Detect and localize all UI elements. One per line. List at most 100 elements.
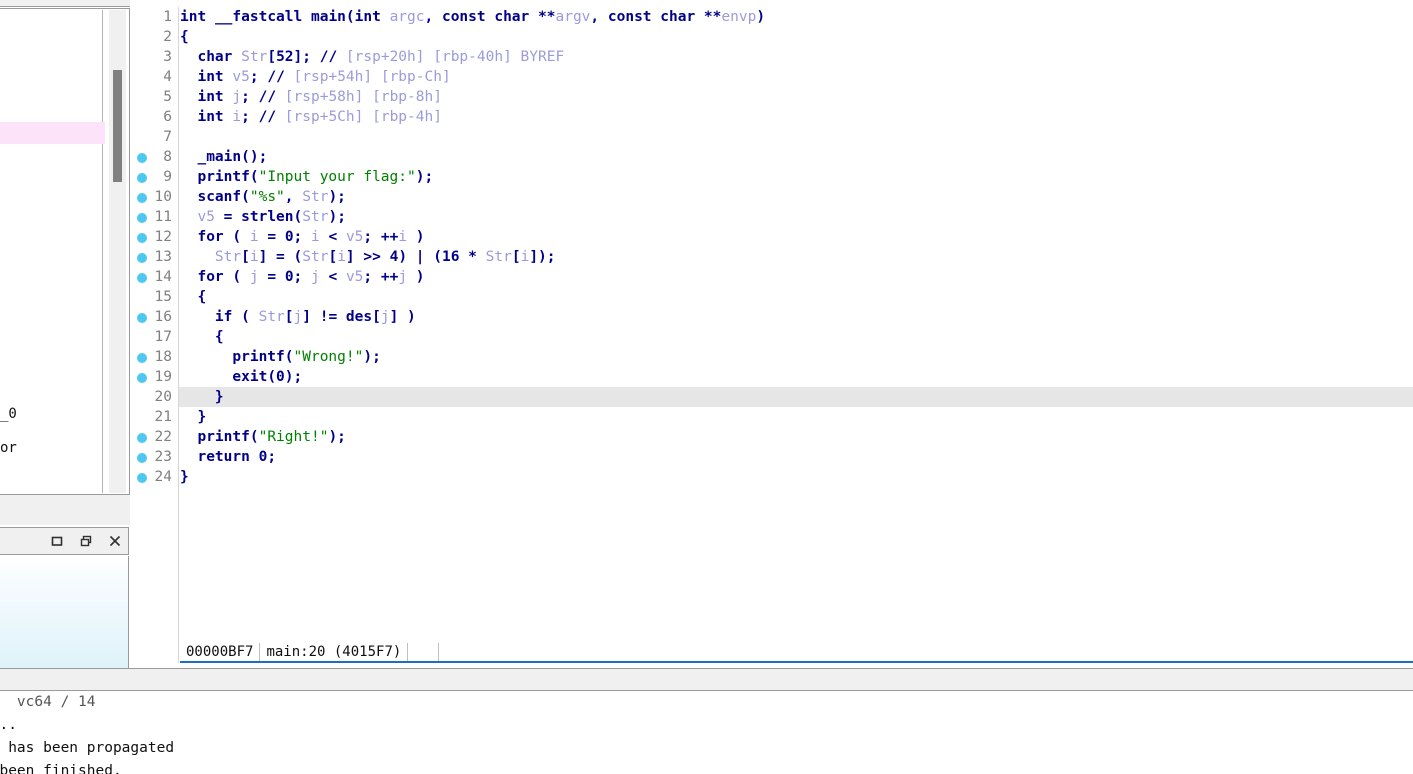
gutter-row[interactable]: 7 bbox=[132, 127, 178, 147]
breakpoint-icon[interactable] bbox=[137, 153, 147, 163]
code-line[interactable]: Str[i] = (Str[i] >> 4) | (16 * Str[i]); bbox=[180, 247, 1413, 267]
breakpoint-icon[interactable] bbox=[137, 193, 147, 203]
code-line[interactable]: { bbox=[180, 327, 1413, 347]
maximize-icon[interactable] bbox=[50, 534, 64, 548]
restore-icon[interactable] bbox=[79, 534, 93, 548]
code-token-var[interactable]: j bbox=[381, 309, 390, 325]
code-token-fn[interactable]: printf bbox=[197, 429, 249, 445]
code-line[interactable]: } bbox=[180, 387, 1413, 407]
left-panel-highlighted-row[interactable] bbox=[0, 122, 105, 144]
gutter-row[interactable]: 17 bbox=[132, 327, 178, 347]
code-token-var[interactable]: argc bbox=[390, 9, 425, 25]
gutter-row[interactable]: 13 bbox=[132, 247, 178, 267]
code-token-var[interactable]: Str bbox=[259, 309, 285, 325]
code-token-var[interactable]: i bbox=[521, 249, 530, 265]
code-token-var[interactable]: envp bbox=[721, 9, 756, 25]
code-token-var[interactable]: j bbox=[311, 269, 320, 285]
gutter-row[interactable]: 12 bbox=[132, 227, 178, 247]
gutter-row[interactable]: 8 bbox=[132, 147, 178, 167]
gutter-row[interactable]: 6 bbox=[132, 107, 178, 127]
code-line[interactable]: printf("Wrong!"); bbox=[180, 347, 1413, 367]
code-line[interactable] bbox=[180, 127, 1413, 147]
code-token-var[interactable]: j bbox=[250, 269, 259, 285]
gutter-row[interactable]: 15 bbox=[132, 287, 178, 307]
code-line[interactable]: v5 = strlen(Str); bbox=[180, 207, 1413, 227]
code-token-var[interactable]: j bbox=[232, 89, 241, 105]
gutter-row[interactable]: 16 bbox=[132, 307, 178, 327]
gutter-row[interactable]: 18 bbox=[132, 347, 178, 367]
breakpoint-icon[interactable] bbox=[137, 453, 147, 463]
gutter-row[interactable]: 19 bbox=[132, 367, 178, 387]
code-line[interactable]: _main(); bbox=[180, 147, 1413, 167]
breakpoint-icon[interactable] bbox=[137, 353, 147, 363]
code-token-var[interactable]: j bbox=[294, 309, 303, 325]
gutter-row[interactable]: 9 bbox=[132, 167, 178, 187]
code-line[interactable]: { bbox=[180, 27, 1413, 47]
gutter-row[interactable]: 14 bbox=[132, 267, 178, 287]
code-token-var[interactable]: Str bbox=[486, 249, 512, 265]
code-token-fn[interactable]: exit bbox=[232, 369, 267, 385]
code-token-var[interactable]: Str bbox=[241, 49, 267, 65]
close-icon[interactable] bbox=[108, 534, 122, 548]
code-line[interactable]: int v5; // [rsp+54h] [rbp-Ch] bbox=[180, 67, 1413, 87]
breakpoint-icon[interactable] bbox=[137, 313, 147, 323]
code-token-var[interactable]: argv bbox=[555, 9, 590, 25]
code-line[interactable]: printf("Right!"); bbox=[180, 427, 1413, 447]
code-token-var[interactable]: Str bbox=[302, 249, 328, 265]
output-window-log[interactable]: ot vc64 / 14 d... on has been propagated s … bbox=[0, 691, 1413, 774]
code-line[interactable]: } bbox=[180, 467, 1413, 487]
code-token-fn[interactable]: scanf bbox=[197, 189, 241, 205]
code-token-fn[interactable]: main bbox=[311, 9, 346, 25]
code-token-var[interactable]: i bbox=[250, 249, 259, 265]
left-panel-content[interactable]: _0 or bbox=[0, 10, 105, 493]
pseudocode-code-area[interactable]: int __fastcall main(int argc, const char… bbox=[180, 7, 1413, 640]
breakpoint-icon[interactable] bbox=[137, 433, 147, 443]
left-panel-vertical-scrollbar[interactable] bbox=[109, 10, 126, 493]
gutter-row[interactable]: 24 bbox=[132, 467, 178, 487]
gutter-row[interactable]: 11 bbox=[132, 207, 178, 227]
code-token-var[interactable]: i bbox=[398, 229, 407, 245]
code-line[interactable]: exit(0); bbox=[180, 367, 1413, 387]
code-line[interactable]: scanf("%s", Str); bbox=[180, 187, 1413, 207]
pseudocode-gutter[interactable]: 1 2 3 4 5 6 7 8 9 10 11 12 13 14 15 16 17 18 19 20 21 22 23 24 bbox=[132, 7, 179, 663]
gutter-row[interactable]: 23 bbox=[132, 447, 178, 467]
code-token-var[interactable]: i bbox=[337, 249, 346, 265]
code-line[interactable]: char Str[52]; // [rsp+20h] [rbp-40h] BYR… bbox=[180, 47, 1413, 67]
code-token-var[interactable]: Str bbox=[215, 249, 241, 265]
breakpoint-icon[interactable] bbox=[137, 213, 147, 223]
code-token-fn[interactable]: _main bbox=[197, 149, 241, 165]
code-line[interactable]: for ( j = 0; j < v5; ++j ) bbox=[180, 267, 1413, 287]
code-token-var[interactable]: j bbox=[398, 269, 407, 285]
gutter-row[interactable]: 4 bbox=[132, 67, 178, 87]
code-line[interactable]: printf("Input your flag:"); bbox=[180, 167, 1413, 187]
code-token-var[interactable]: Str bbox=[302, 209, 328, 225]
gutter-row[interactable]: 2 bbox=[132, 27, 178, 47]
code-line[interactable]: } bbox=[180, 407, 1413, 427]
code-token-var[interactable]: v5 bbox=[197, 209, 214, 225]
code-token-var[interactable]: i bbox=[250, 229, 259, 245]
gutter-row[interactable]: 1 bbox=[132, 7, 178, 27]
breakpoint-icon[interactable] bbox=[137, 233, 147, 243]
gutter-row[interactable]: 20 bbox=[132, 387, 178, 407]
breakpoint-icon[interactable] bbox=[137, 473, 147, 483]
left-sub-window-body[interactable] bbox=[0, 556, 129, 668]
code-token-fn[interactable]: printf bbox=[232, 349, 284, 365]
code-line[interactable]: return 0; bbox=[180, 447, 1413, 467]
gutter-row[interactable]: 3 bbox=[132, 47, 178, 67]
code-token-var[interactable]: Str bbox=[302, 189, 328, 205]
left-panel-scrollbar-thumb[interactable] bbox=[113, 70, 122, 182]
code-token-var[interactable]: i bbox=[311, 229, 320, 245]
code-line[interactable]: int i; // [rsp+5Ch] [rbp-4h] bbox=[180, 107, 1413, 127]
code-token-var[interactable]: v5 bbox=[346, 269, 363, 285]
code-line[interactable]: for ( i = 0; i < v5; ++i ) bbox=[180, 227, 1413, 247]
code-line[interactable]: if ( Str[j] != des[j] ) bbox=[180, 307, 1413, 327]
code-line[interactable]: int __fastcall main(int argc, const char… bbox=[180, 7, 1413, 27]
code-line[interactable]: { bbox=[180, 287, 1413, 307]
gutter-row[interactable]: 10 bbox=[132, 187, 178, 207]
breakpoint-icon[interactable] bbox=[137, 373, 147, 383]
breakpoint-icon[interactable] bbox=[137, 273, 147, 283]
code-line[interactable]: int j; // [rsp+58h] [rbp-8h] bbox=[180, 87, 1413, 107]
gutter-row[interactable]: 5 bbox=[132, 87, 178, 107]
code-token-var[interactable]: v5 bbox=[346, 229, 363, 245]
breakpoint-icon[interactable] bbox=[137, 253, 147, 263]
